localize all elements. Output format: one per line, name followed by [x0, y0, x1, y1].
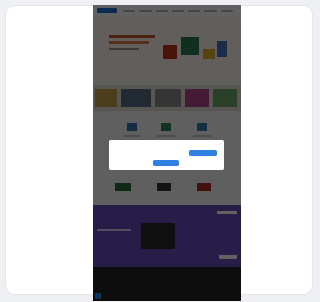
cookie-settings-button[interactable]: [153, 160, 179, 166]
accept-cookies-button[interactable]: [189, 150, 217, 156]
cookie-consent-dialog: [109, 140, 224, 170]
page-screenshot: [93, 5, 241, 301]
